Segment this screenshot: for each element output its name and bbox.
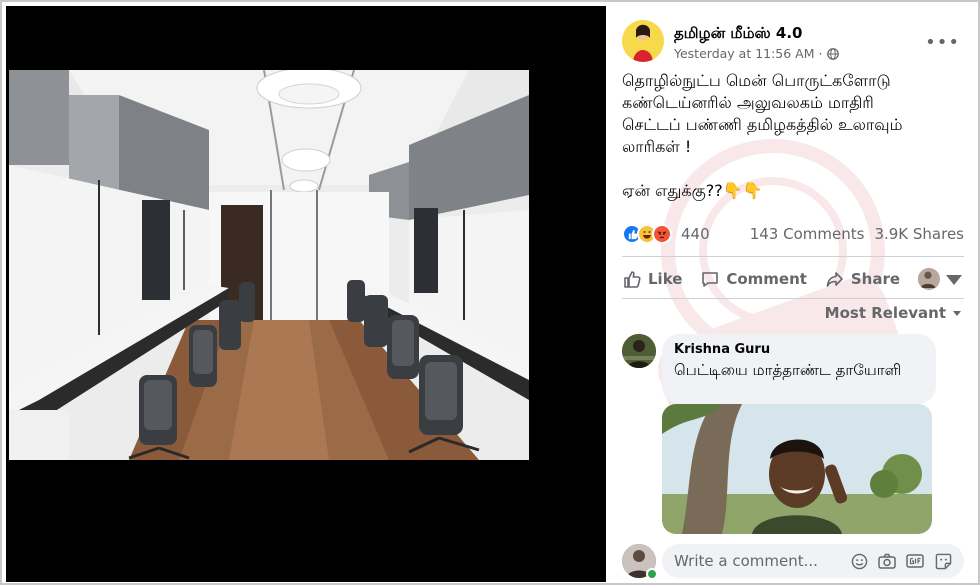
- shares-count[interactable]: 3.9K Shares: [874, 225, 964, 243]
- gif-icon[interactable]: [906, 552, 924, 570]
- like-label: Like: [648, 270, 683, 288]
- comment-attached-image[interactable]: [662, 404, 932, 534]
- comments-count[interactable]: 143 Comments: [750, 225, 865, 243]
- container-office-photo: [9, 70, 529, 460]
- comment-button[interactable]: Comment: [700, 269, 807, 289]
- online-status-dot: [646, 568, 658, 580]
- globe-icon[interactable]: [826, 47, 839, 60]
- reaction-count: 440: [681, 225, 710, 243]
- comment-text: பெட்டியை மாத்தாண்ட தாயோளி: [674, 361, 902, 379]
- react-as-selector[interactable]: [917, 268, 964, 290]
- share-icon: [826, 272, 843, 287]
- like-button[interactable]: Like: [622, 269, 682, 289]
- user-avatar: [917, 268, 940, 290]
- photo-viewer: [6, 6, 606, 582]
- post-frame: தமிழன் மீம்ஸ் 4.0 Yesterday at 11:56 AM …: [0, 0, 980, 585]
- engagement-stats: 143 Comments 3.9K Shares: [750, 225, 964, 243]
- post-text-question: ஏன் எதுக்கு??👇👇: [622, 181, 763, 200]
- post-photo-container-office[interactable]: [9, 70, 529, 460]
- comment-icon: [702, 272, 719, 287]
- share-button[interactable]: Share: [825, 269, 900, 289]
- page-name[interactable]: தமிழன் மீம்ஸ் 4.0: [674, 24, 802, 44]
- post-timestamp[interactable]: Yesterday at 11:56 AM: [674, 46, 815, 61]
- comment-author[interactable]: Krishna Guru: [674, 342, 924, 357]
- camera-icon[interactable]: [878, 552, 896, 570]
- write-comment-placeholder: Write a comment...: [674, 552, 818, 570]
- emoji-icon[interactable]: [850, 552, 868, 570]
- reaction-summary[interactable]: 440: [622, 224, 710, 244]
- post-text-line: தொழில்நுட்ப மென் பொருட்களோடு: [622, 71, 891, 90]
- post-text: தொழில்நுட்ப மென் பொருட்களோடு கண்டெய்னரில…: [622, 70, 962, 202]
- share-label: Share: [850, 270, 901, 288]
- sort-label: Most Relevant: [824, 304, 946, 322]
- comment-image-man-smiling: [662, 404, 932, 534]
- page-avatar-image: [622, 20, 664, 62]
- thumbs-up-icon: [624, 271, 641, 288]
- page-avatar[interactable]: [622, 20, 664, 62]
- caret-down-icon: [945, 275, 962, 285]
- post-text-line: கண்டெய்னரில் அலுவலகம் மாதிரி: [622, 93, 874, 112]
- comment-sort-dropdown[interactable]: Most Relevant: [825, 304, 962, 322]
- sticker-icon[interactable]: [934, 552, 952, 570]
- divider: [622, 298, 964, 299]
- caret-down-icon: [953, 311, 961, 316]
- divider: [622, 256, 964, 257]
- meta-separator: ·: [818, 46, 823, 61]
- post-meta: Yesterday at 11:56 AM ·: [674, 46, 839, 61]
- post-actions: Like Comment Share: [622, 262, 964, 296]
- commenter-avatar[interactable]: [622, 334, 656, 368]
- comment-input-icons: [850, 552, 952, 570]
- post-text-line: செட்டப் பண்ணி தமிழகத்தில் உலாவும்: [622, 115, 903, 134]
- comment-label: Comment: [726, 270, 807, 288]
- write-comment-input[interactable]: Write a comment...: [662, 544, 964, 578]
- more-options-button[interactable]: •••: [925, 32, 960, 53]
- comment-bubble: Krishna Guru பெட்டியை மாத்தாண்ட தாயோளி: [662, 334, 936, 404]
- post-details-panel: தமிழன் மீம்ஸ் 4.0 Yesterday at 11:56 AM …: [608, 6, 978, 582]
- angry-icon: [652, 224, 672, 244]
- post-text-spacer: [622, 158, 962, 180]
- post-text-line: லாரிகள் !: [622, 137, 692, 156]
